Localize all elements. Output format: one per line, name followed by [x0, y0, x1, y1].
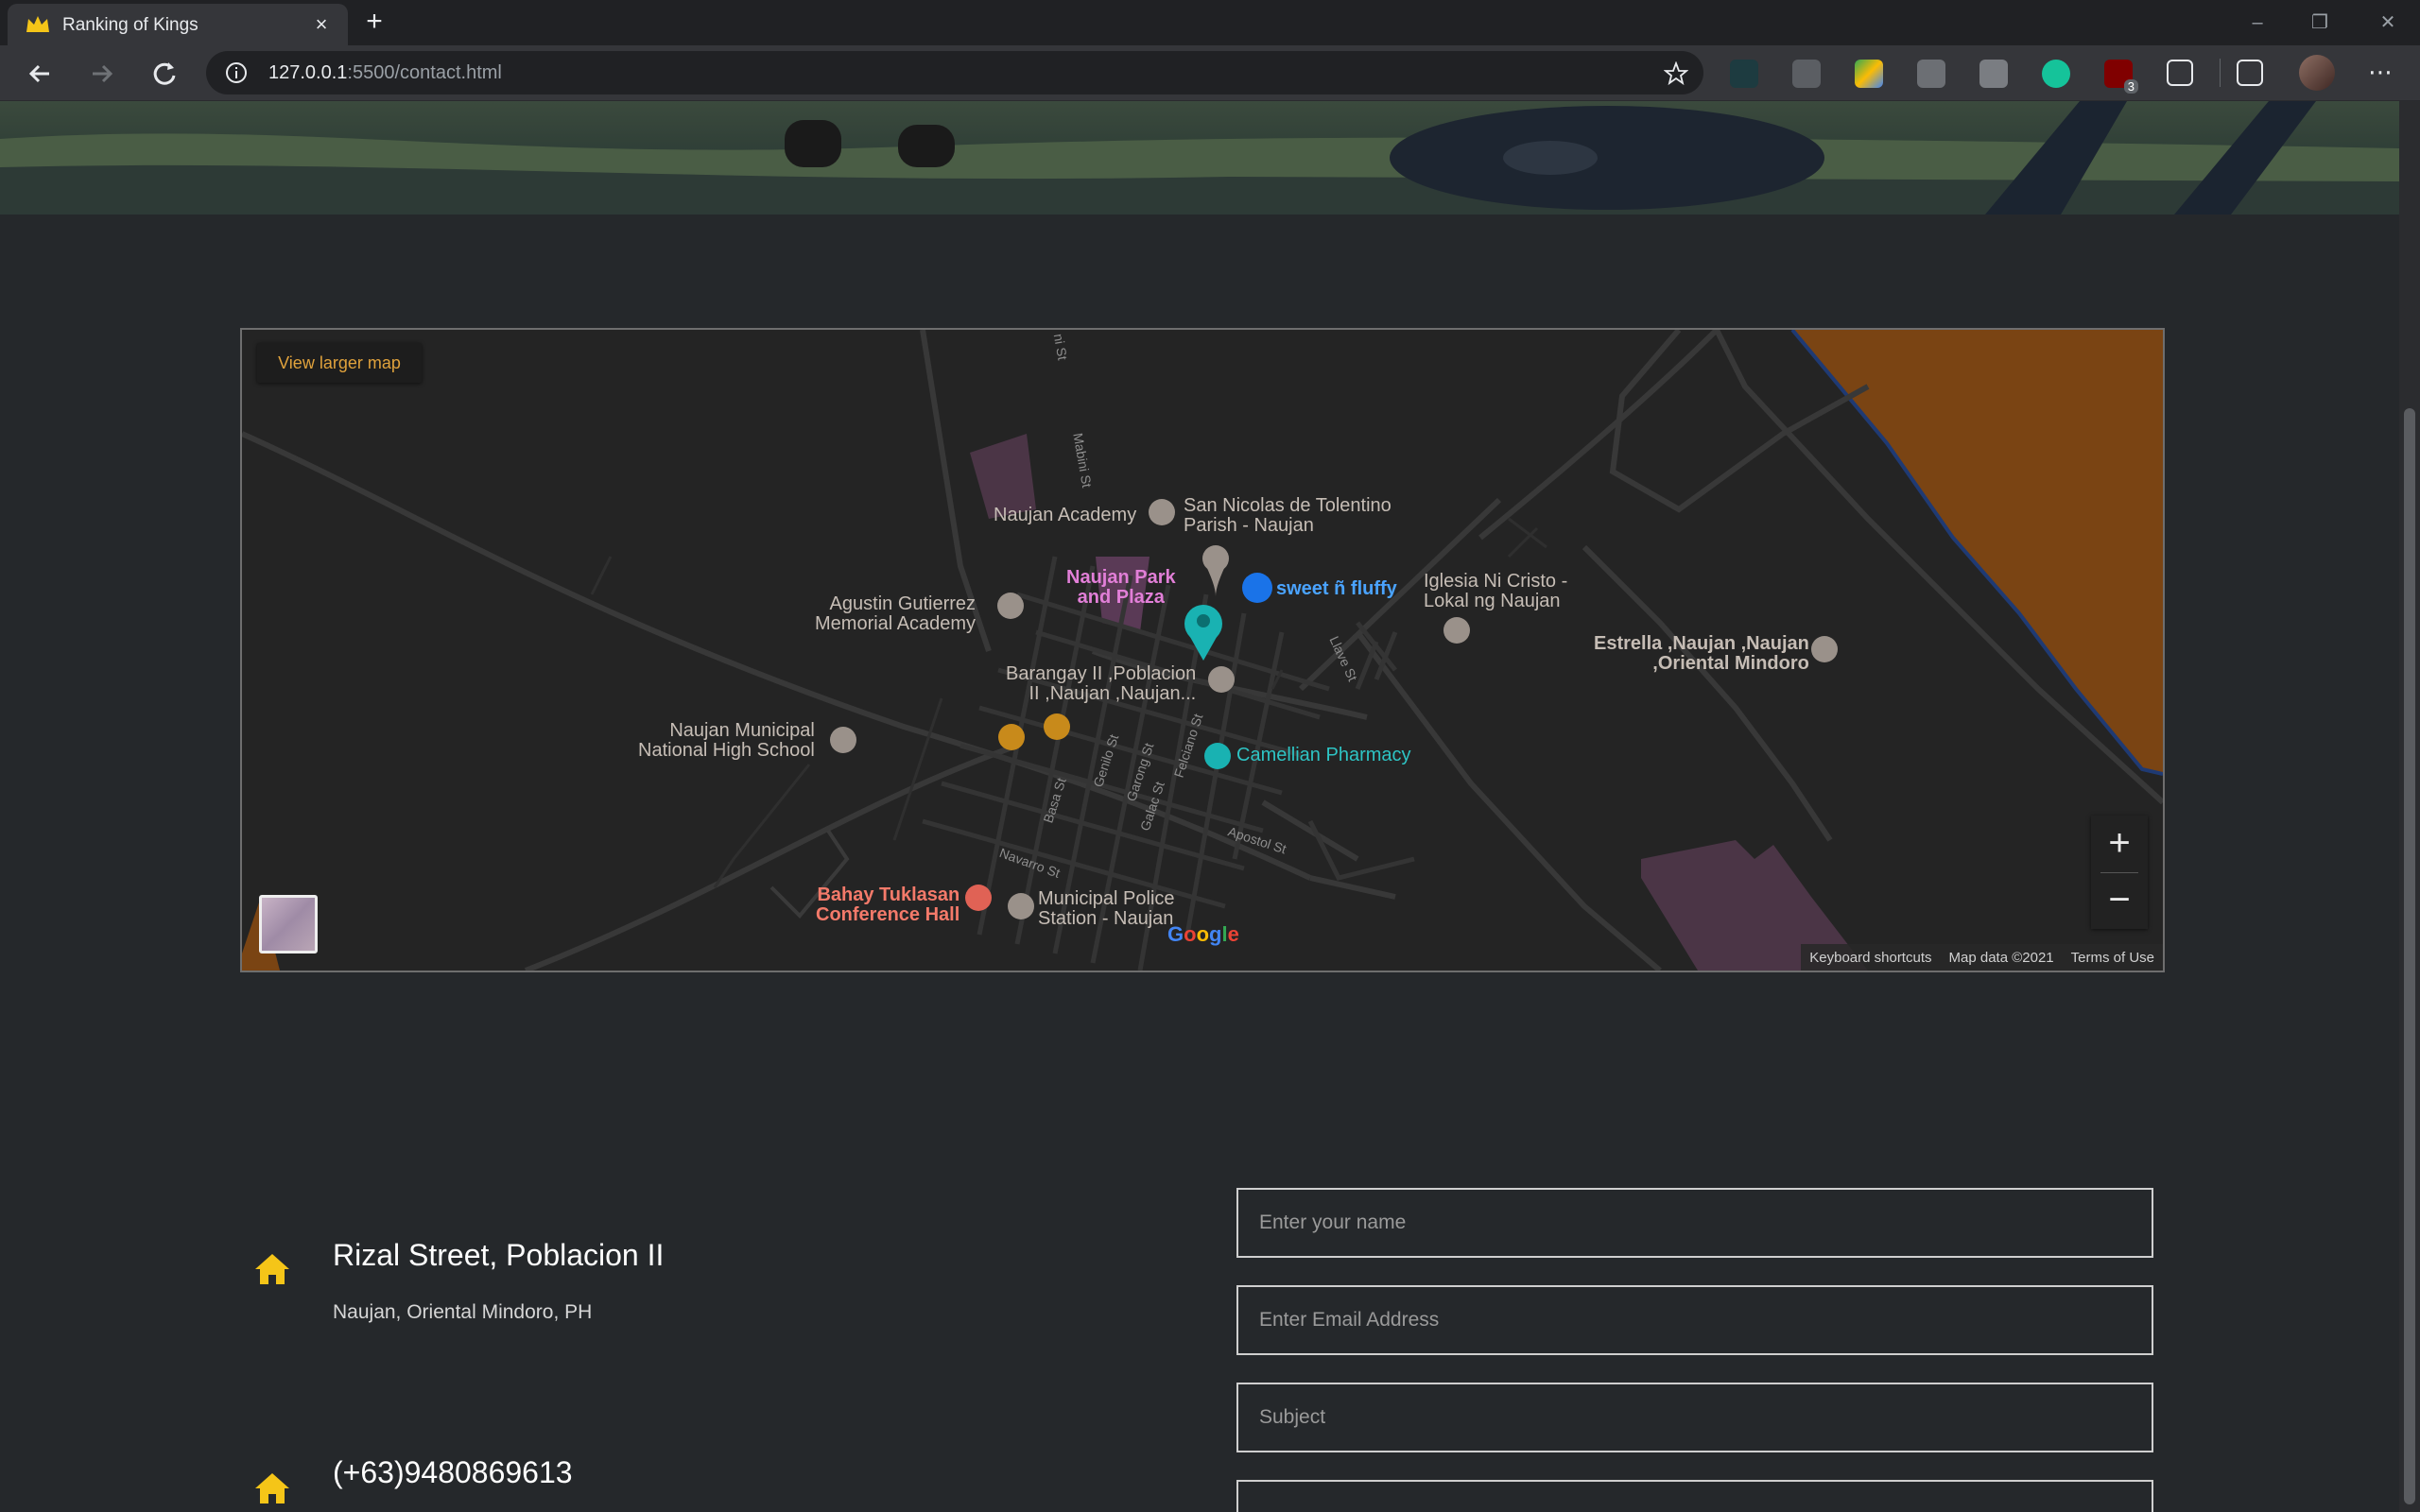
ublock-icon[interactable]: 3 [2104, 60, 2138, 94]
url-text: 127.0.0.1:5500/contact.html [268, 62, 502, 83]
name-input[interactable] [1236, 1188, 2153, 1258]
reload-icon[interactable] [146, 55, 183, 93]
extension-color-icon[interactable] [1855, 60, 1883, 88]
subject-input[interactable] [1236, 1383, 2153, 1452]
browser-menu-icon[interactable]: ⋯ [2365, 57, 2395, 87]
keyboard-shortcuts-link[interactable]: Keyboard shortcuts [1809, 950, 1931, 966]
map-footer: Keyboard shortcuts Map data ©2021 Terms … [1801, 944, 2163, 971]
map-data-text: Map data ©2021 [1948, 949, 2054, 966]
restore-button[interactable]: ❐ [2301, 8, 2339, 38]
map-place-label[interactable]: Naujan Park and Plaza [1066, 568, 1176, 608]
view-larger-map-link[interactable]: View larger map [257, 343, 422, 383]
zoom-out-button[interactable]: − [2091, 872, 2148, 929]
map-place-label[interactable]: San Nicolas de Tolentino Parish - Naujan [1184, 496, 1392, 536]
page-scrollbar[interactable] [2399, 101, 2420, 1512]
crown-icon [26, 16, 49, 32]
ublock-badge: 3 [2123, 79, 2138, 94]
home-icon [255, 1254, 289, 1284]
terms-of-use-link[interactable]: Terms of Use [2071, 950, 2154, 966]
forward-arrow-icon[interactable] [83, 55, 121, 93]
tab-title: Ranking of Kings [62, 15, 199, 35]
browser-tab[interactable]: Ranking of Kings × [8, 4, 348, 45]
map-place-label[interactable]: Naujan Academy [994, 506, 1136, 525]
zoom-control: + − [2091, 816, 2148, 929]
minimize-button[interactable]: – [2238, 8, 2276, 38]
map-place-label[interactable]: Agustin Gutierrez Memorial Academy [815, 594, 976, 634]
grammarly-icon[interactable] [2042, 60, 2070, 88]
address-bar[interactable]: 127.0.0.1:5500/contact.html [206, 51, 1703, 94]
collections-icon[interactable] [2237, 60, 2263, 86]
window-close-button[interactable]: ✕ [2369, 8, 2407, 38]
zoom-divider [2100, 872, 2138, 873]
address-title: Rizal Street, Poblacion II [333, 1238, 665, 1272]
back-arrow-icon[interactable] [21, 55, 59, 93]
home-icon [255, 1473, 289, 1503]
map-place-label[interactable]: sweet ñ fluffy [1276, 579, 1397, 599]
address-subtitle: Naujan, Oriental Mindoro, PH [333, 1301, 593, 1323]
browser-toolbar: 127.0.0.1:5500/contact.html 3 [0, 45, 2420, 101]
google-logo: Google [1167, 922, 1239, 946]
close-tab-icon[interactable]: × [308, 11, 335, 38]
extension-copy-icon[interactable] [1792, 60, 1821, 88]
google-map-embed[interactable]: Naujan Academy San Nicolas de Tolentino P… [240, 328, 2165, 972]
tab-strip: Ranking of Kings × + – ❐ ✕ [0, 0, 2420, 45]
extension-camera-icon[interactable] [1917, 60, 1945, 88]
map-place-label[interactable]: Iglesia Ni Cristo - Lokal ng Naujan [1424, 572, 1567, 611]
scrollbar-thumb[interactable] [2404, 408, 2415, 1504]
hero-banner-image [0, 101, 2399, 215]
map-place-label[interactable]: Estrella ,Naujan ,Naujan ,Oriental Mindor… [1594, 634, 1809, 674]
satellite-toggle[interactable] [259, 895, 318, 954]
extensions-puzzle-icon[interactable] [2167, 60, 2193, 86]
profile-avatar[interactable] [2299, 55, 2335, 91]
map-place-label[interactable]: Municipal Police Station - Naujan [1038, 889, 1175, 929]
map-place-label[interactable]: Barangay II ,Poblacion II ,Naujan ,Naujan… [1006, 664, 1196, 704]
map-place-label[interactable]: Bahay Tuklasan Conference Hall [816, 885, 959, 925]
page-viewport: Naujan Academy San Nicolas de Tolentino P… [0, 101, 2399, 1512]
email-input[interactable] [1236, 1285, 2153, 1355]
phone-number: (+63)9480869613 [333, 1455, 573, 1489]
toolbar-separator [2220, 59, 2221, 87]
map-place-label[interactable]: Naujan Municipal National High School [638, 721, 815, 761]
map-place-label[interactable]: Camellian Pharmacy [1236, 746, 1411, 765]
new-tab-button[interactable]: + [359, 8, 389, 38]
map-roads [242, 330, 2163, 971]
extension-diamond-icon[interactable] [1730, 60, 1758, 88]
site-info-icon[interactable] [225, 61, 248, 84]
extension-glasses-icon[interactable] [1979, 60, 2008, 88]
message-textarea[interactable] [1236, 1480, 2153, 1512]
favorite-star-icon[interactable] [1664, 61, 1688, 86]
zoom-in-button[interactable]: + [2091, 816, 2148, 872]
